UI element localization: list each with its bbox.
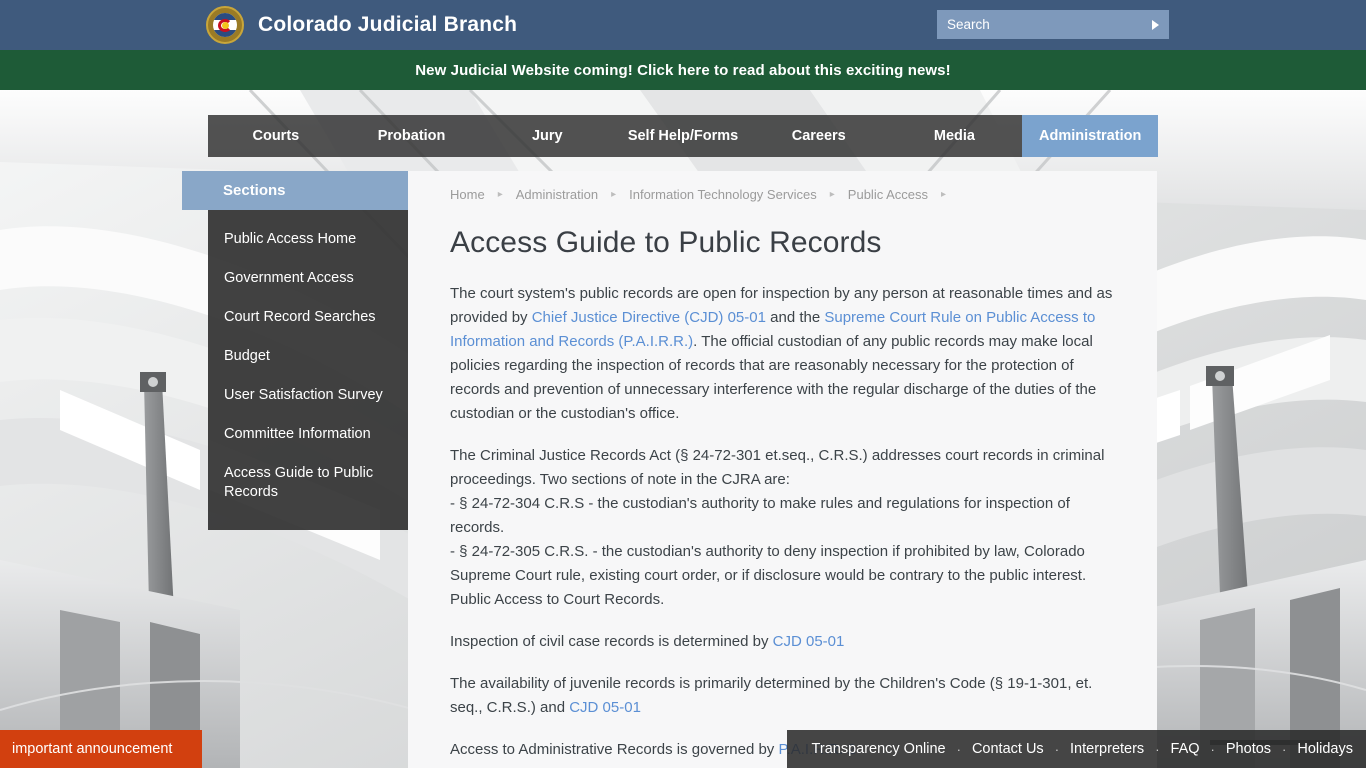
play-triangle-icon [1151,19,1159,30]
footer-link-interpreters[interactable]: Interpreters [1067,741,1147,757]
brand-block[interactable]: Colorado Judicial Branch [206,0,517,50]
nav-item-careers[interactable]: Careers [751,115,887,157]
nav-item-jury[interactable]: Jury [479,115,615,157]
breadcrumb-item-home[interactable]: Home [450,187,485,202]
announcement-banner[interactable]: New Judicial Website coming! Click here … [0,50,1366,90]
footer-links-bar: Transparency Online · Contact Us · Interpret… [786,730,1366,768]
search-input[interactable] [937,10,1141,39]
main-navigation: Courts Probation Jury Self Help/Forms Career… [208,115,1159,157]
paragraph-p2: The Criminal Justice Records Act (§ 24-7… [450,447,1105,608]
footer-link-holidays[interactable]: Holidays [1294,741,1356,757]
paragraph-p1: The court system's public records are op… [450,285,1113,422]
colorado-courts-seal-icon [206,6,244,44]
body-link[interactable]: Chief Justice Directive (CJD) 05-01 [532,309,766,326]
content-panel: Home ▸ Administration ▸ Information Technolo… [408,171,1157,768]
footer-separator: · [956,741,961,757]
footer-link-transparency-online[interactable]: Transparency Online [809,741,949,757]
breadcrumb-separator-icon: ▸ [611,188,617,200]
footer-link-faq[interactable]: FAQ [1168,741,1203,757]
sidebar-menu: Public Access Home Government Access Court… [208,210,408,530]
search-box[interactable] [937,10,1169,39]
breadcrumb-item-administration[interactable]: Administration [516,187,598,202]
page-title: Access Guide to Public Records [450,226,882,259]
breadcrumb-separator-icon: ▸ [941,188,947,200]
sidebar-header: Sections [182,171,408,210]
search-submit-button[interactable] [1141,10,1169,39]
breadcrumb: Home ▸ Administration ▸ Information Technolo… [450,171,1114,217]
sidebar-item-user-satisfaction-survey[interactable]: User Satisfaction Survey [208,376,408,415]
footer-separator: · [1210,741,1215,757]
sidebar-item-committee-information[interactable]: Committee Information [208,415,408,454]
site-title: Colorado Judicial Branch [258,13,518,36]
footer-separator: · [1054,741,1060,757]
nav-item-courts[interactable]: Courts [208,115,344,157]
breadcrumb-item-public-access[interactable]: Public Access [848,187,928,202]
breadcrumb-separator-icon: ▸ [829,188,835,200]
footer-link-contact-us[interactable]: Contact Us [969,741,1047,757]
sidebar-item-budget[interactable]: Budget [208,337,408,376]
sidebar-header-label: Sections [223,182,286,199]
paragraph-p4: The availability of juvenile records is … [450,675,1093,716]
breadcrumb-separator-icon: ▸ [497,188,503,200]
footer-link-photos[interactable]: Photos [1223,741,1274,757]
sidebar-item-government-access[interactable]: Government Access [208,259,408,298]
nav-item-media[interactable]: Media [887,115,1023,157]
nav-item-probation[interactable]: Probation [344,115,480,157]
nav-item-self-help-forms[interactable]: Self Help/Forms [615,115,751,157]
breadcrumb-item-information-technology-services[interactable]: Information Technology Services [629,187,817,202]
body-link[interactable]: CJD 05-01 [569,699,641,716]
article-body: The court system's public records are op… [450,282,1114,768]
announcement-banner-link[interactable]: New Judicial Website coming! Click here … [415,62,950,79]
footer-separator: · [1155,741,1160,757]
site-header: Colorado Judicial Branch [0,0,1366,50]
important-announcement-label: important announcement [12,741,173,757]
paragraph-p3: Inspection of civil case records is dete… [450,633,845,650]
nav-item-administration[interactable]: Administration [1022,115,1159,157]
sidebar-item-public-access-home[interactable]: Public Access Home [208,220,408,259]
body-link[interactable]: CJD 05-01 [773,633,845,650]
sidebar-item-access-guide-to-public-records[interactable]: Access Guide to Public Records [208,454,408,512]
important-announcement-tab[interactable]: important announcement [0,730,202,768]
footer-separator: · [1282,741,1287,757]
sidebar-item-court-record-searches[interactable]: Court Record Searches [208,298,408,337]
